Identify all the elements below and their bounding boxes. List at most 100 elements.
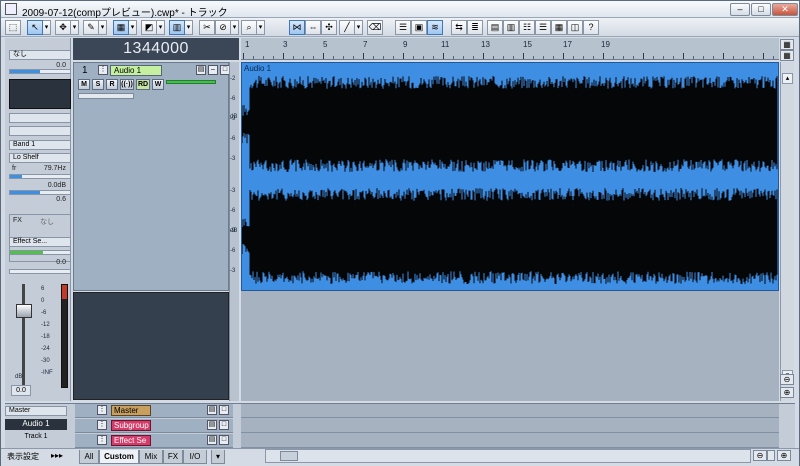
scroll-up-icon[interactable]: ▴ [782, 73, 793, 84]
bus-grip-icon[interactable]: ⋮ [97, 420, 107, 430]
chevron-down-icon[interactable]: ▾ [185, 20, 193, 35]
zoom-in-icon[interactable]: ⊕ [780, 387, 794, 398]
chevron-down-icon[interactable]: ▾ [99, 20, 107, 35]
chevron-down-icon[interactable]: ▾ [129, 20, 137, 35]
move-icon[interactable]: ✣ [321, 20, 337, 35]
send-selector[interactable]: Effect Se... [9, 237, 71, 247]
chevron-down-icon[interactable]: ▾ [231, 20, 239, 35]
automation-write-button[interactable]: W [152, 79, 164, 90]
nav-arrows-icon[interactable]: ▸▸▸ [51, 451, 63, 460]
fader-value[interactable]: 0.0 [11, 385, 31, 396]
app-icon[interactable] [5, 3, 17, 15]
draw-line-icon[interactable]: ╱ [339, 20, 355, 35]
chevron-down-icon[interactable]: ▾ [157, 20, 165, 35]
track-view-icon[interactable]: ▤ [487, 20, 503, 35]
track-header[interactable]: 1 ⋮ Audio 1 ▤ – □ M S R ((·)) RD W [73, 62, 230, 291]
tab-mix[interactable]: Mix [139, 450, 163, 464]
chevron-down-icon[interactable]: ▾ [43, 20, 51, 35]
crossfade-icon[interactable]: ⋈ [289, 20, 305, 35]
bus-menu-icon[interactable]: ▤ [207, 405, 217, 415]
select-tool-icon[interactable]: ⬚ [5, 20, 21, 35]
eq-toggle[interactable] [9, 113, 71, 123]
input-selector[interactable]: なし [9, 50, 71, 60]
bus-menu-icon[interactable]: ▤ [207, 420, 217, 430]
output-selector[interactable]: Master [5, 406, 67, 416]
track-volume-bar[interactable] [166, 80, 216, 84]
zoom-out-h-icon[interactable]: ⊖ [753, 450, 767, 461]
bus-menu-icon[interactable]: ▤ [207, 435, 217, 445]
horizontal-scrollbar[interactable] [265, 449, 751, 463]
zoom-tool-icon[interactable]: ⌕ [241, 20, 257, 35]
audio-clip[interactable]: Audio 1 [241, 62, 779, 291]
tab-fx[interactable]: FX [163, 450, 183, 464]
move-tool-icon[interactable]: ✥ [55, 20, 71, 35]
bus-row-subgroup[interactable]: ⋮ Subgroup ▤ □ [75, 419, 233, 433]
chevron-down-icon[interactable]: ▾ [71, 20, 79, 35]
send-pan-slider[interactable] [9, 269, 71, 274]
record-arm-button[interactable]: R [106, 79, 118, 90]
shelf-selector[interactable]: Lo Shelf [9, 153, 71, 163]
piano-roll-icon[interactable]: ▦ [551, 20, 567, 35]
tab-all[interactable]: All [79, 450, 99, 464]
bus-size-icon[interactable]: □ [219, 435, 229, 445]
empty-track-area[interactable] [73, 292, 229, 400]
tab-io[interactable]: I/O [183, 450, 207, 464]
edit-filter-icon[interactable]: ◩ [141, 20, 157, 35]
show-waveform-icon[interactable]: ≋ [427, 20, 443, 35]
chevron-down-icon[interactable]: ▾ [355, 20, 363, 35]
view-options-icon[interactable]: ☰ [395, 20, 411, 35]
bus-name[interactable]: Master [111, 405, 151, 416]
eq-graph[interactable] [9, 79, 71, 109]
bus-name[interactable]: Subgroup [111, 420, 151, 431]
staff-view-icon[interactable]: ☰ [535, 20, 551, 35]
track-grip-icon[interactable]: ⋮ [98, 65, 108, 75]
input-echo-button[interactable]: ((·)) [120, 79, 134, 90]
clips-pane[interactable]: Audio 1 [241, 62, 779, 401]
snap-grid-icon[interactable]: ▦ [113, 20, 129, 35]
tab-menu-icon[interactable]: ▾ [211, 450, 225, 464]
track-menu-icon[interactable]: ▤ [196, 65, 206, 75]
track-name-field[interactable]: Audio 1 [110, 65, 162, 76]
close-button[interactable]: ✕ [772, 3, 798, 16]
track-list-icon[interactable]: ≣ [467, 20, 483, 35]
scroll-thumb[interactable] [280, 451, 298, 461]
tab-custom[interactable]: Custom [99, 450, 139, 464]
bus-name[interactable]: Effect Se [111, 435, 151, 446]
console-view-icon[interactable]: ▥ [503, 20, 519, 35]
track-pan-slider[interactable] [78, 93, 134, 99]
collapse-icon[interactable]: ▦ [780, 50, 794, 61]
smart-tool-icon[interactable]: ↖ [27, 20, 43, 35]
zoom-in-h-icon[interactable]: ⊕ [777, 450, 791, 461]
draw-tool-icon[interactable]: ✎ [83, 20, 99, 35]
zoom-slider[interactable] [767, 450, 775, 461]
freq-slider[interactable] [9, 174, 71, 179]
maximize-button[interactable]: □ [751, 3, 771, 16]
list-view-icon[interactable]: ☷ [519, 20, 535, 35]
mute-button[interactable]: M [78, 79, 90, 90]
loop-view-icon[interactable]: ◫ [567, 20, 583, 35]
bus-row-effect-send[interactable]: ⋮ Effect Se ▤ □ [75, 434, 233, 448]
band-selector[interactable]: Band 1 [9, 140, 71, 150]
solo-button[interactable]: S [92, 79, 104, 90]
bus-clips-pane[interactable] [241, 404, 779, 449]
expand-icon[interactable]: ▦ [780, 39, 794, 50]
cut-icon[interactable]: ✂ [199, 20, 215, 35]
minimize-button[interactable]: – [730, 3, 750, 16]
fader-cap[interactable] [16, 304, 32, 318]
help-icon[interactable]: ? [583, 20, 599, 35]
bus-grip-icon[interactable]: ⋮ [97, 435, 107, 445]
timeline-ruler[interactable]: 1 3 5 7 9 11 13 15 17 19 [241, 38, 779, 60]
bus-size-icon[interactable]: □ [219, 420, 229, 430]
automation-read-button[interactable]: RD [136, 79, 150, 90]
bus-grip-icon[interactable]: ⋮ [97, 405, 107, 415]
nudge-icon[interactable]: ⇆ [451, 20, 467, 35]
input-gain-slider[interactable] [9, 69, 71, 74]
erase-icon[interactable]: ⌫ [367, 20, 383, 35]
eq-mode[interactable] [9, 126, 71, 136]
vertical-scrollbar[interactable]: ▴ ▾ [780, 62, 794, 401]
lanes-icon[interactable]: ▥ [169, 20, 185, 35]
eq-gain-slider[interactable] [9, 190, 71, 195]
show-clips-icon[interactable]: ▣ [411, 20, 427, 35]
mute-tool-icon[interactable]: ⊘ [215, 20, 231, 35]
bus-size-icon[interactable]: □ [219, 405, 229, 415]
